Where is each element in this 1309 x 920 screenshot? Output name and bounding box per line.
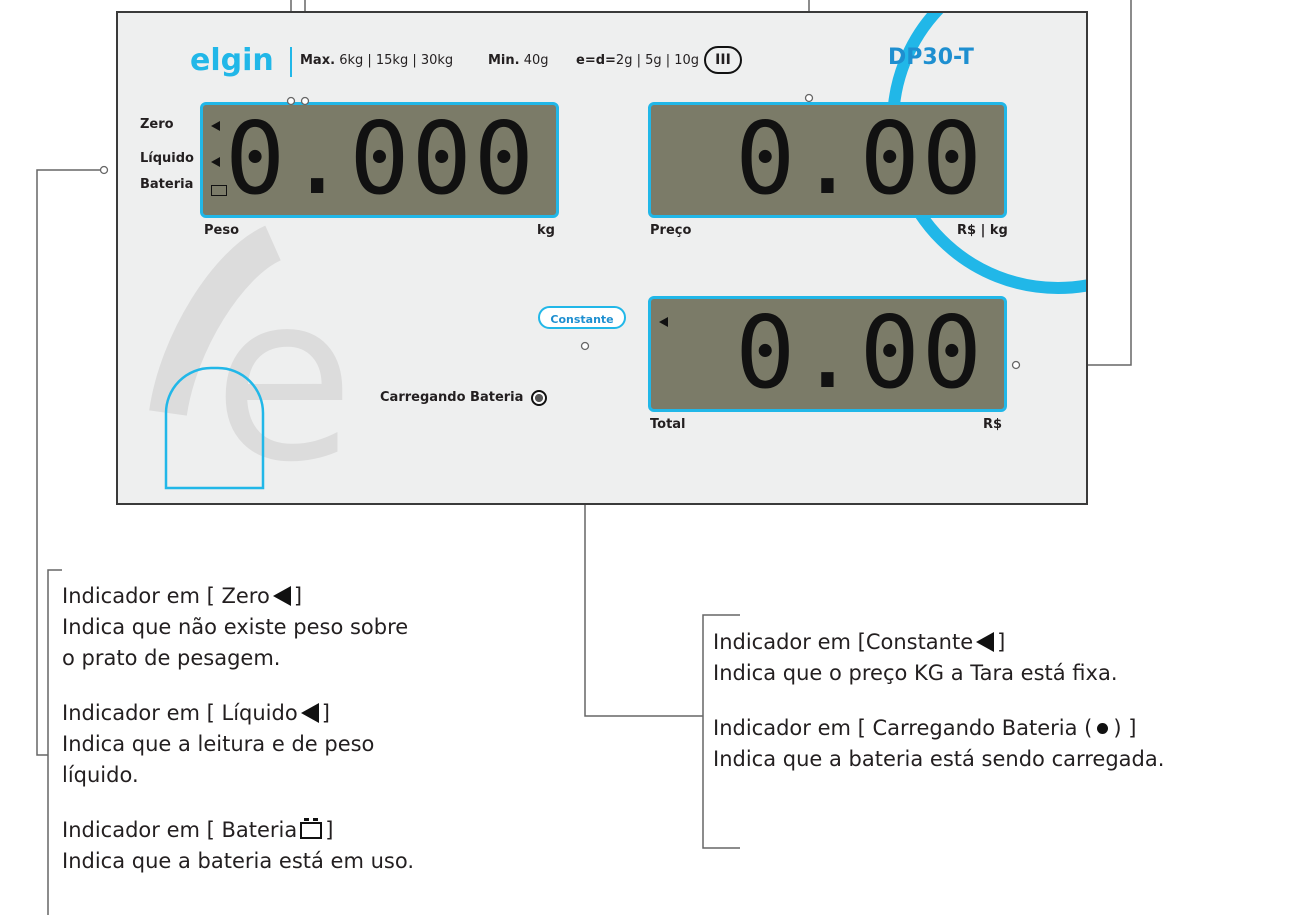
model-name: DP30-T [888,45,974,70]
total-display: 0.00 [648,296,1007,412]
accuracy-class-badge: III [704,46,742,74]
scale-front-panel: e elgin Max. 6kg | 15kg | 30kg Min. 40g … [116,11,1088,505]
charging-callout-title: Indicador em [ Carregando Bateria () ] [713,716,1137,740]
peso-unit: kg [537,223,555,238]
indicator-bateria-label: Bateria [140,177,194,192]
zero-callout-desc-2: o prato de pesagem. [62,646,281,670]
liquido-callout-title: Indicador em [ Líquido] [62,701,330,725]
spec-e: e=d=2g | 5g | 10g [576,53,700,68]
charging-callout-desc-1: Indica que a bateria está sendo carregad… [713,747,1165,771]
peso-display: 0.000 [200,102,559,218]
constante-button[interactable]: Constante [538,306,626,329]
arrow-left-icon [976,632,995,652]
peso-value: 0.000 [224,100,536,217]
callouts-left: Indicador em [ Zero] Indica que não exis… [62,581,532,877]
liquido-callout-desc-2: líquido. [62,763,139,787]
charging-label: Carregando Bateria [380,390,524,405]
liquido-callout-desc-1: Indica que a leitura e de peso [62,732,375,756]
svg-text:e: e [213,246,355,505]
indicator-zero-label: Zero [140,117,174,132]
arrow-left-icon [272,586,291,606]
brand-logo: elgin [190,43,274,78]
constante-callout-desc-1: Indica que o preço KG a Tara está fixa. [713,661,1118,685]
bracket-left [47,569,62,915]
peso-label: Peso [204,223,240,238]
preco-unit: R$ | kg [957,223,1008,238]
zero-callout-desc-1: Indica que não existe peso sobre [62,615,409,639]
callouts-right: Indicador em [Constante] Indica que o pr… [713,627,1303,775]
bateria-callout-title: Indicador em [ Bateria] [62,818,334,842]
dot-icon [1097,723,1109,734]
constante-arrow-icon [659,317,668,327]
preco-label: Preço [650,223,692,238]
arrow-left-icon [300,703,319,723]
spec-min: Min. 40g [488,53,549,68]
preco-value: 0.00 [735,100,984,217]
spec-max: Max. 6kg | 15kg | 30kg [300,53,454,68]
bateria-callout-desc-1: Indica que a bateria está em uso. [62,849,414,873]
logo-divider [290,47,292,77]
battery-icon [300,818,323,839]
total-label: Total [650,417,686,432]
total-unit: R$ [983,417,1003,432]
total-value: 0.00 [735,294,984,411]
decorative-circle: e [149,13,1086,505]
zero-callout-title: Indicador em [ Zero] [62,584,303,608]
constante-callout-title: Indicador em [Constante] [713,630,1006,654]
preco-display: 0.00 [648,102,1007,218]
liquido-arrow-icon [211,157,220,167]
charging-led-icon [531,390,547,406]
indicator-liquido-label: Líquido [140,151,194,166]
zero-arrow-icon [211,121,220,131]
